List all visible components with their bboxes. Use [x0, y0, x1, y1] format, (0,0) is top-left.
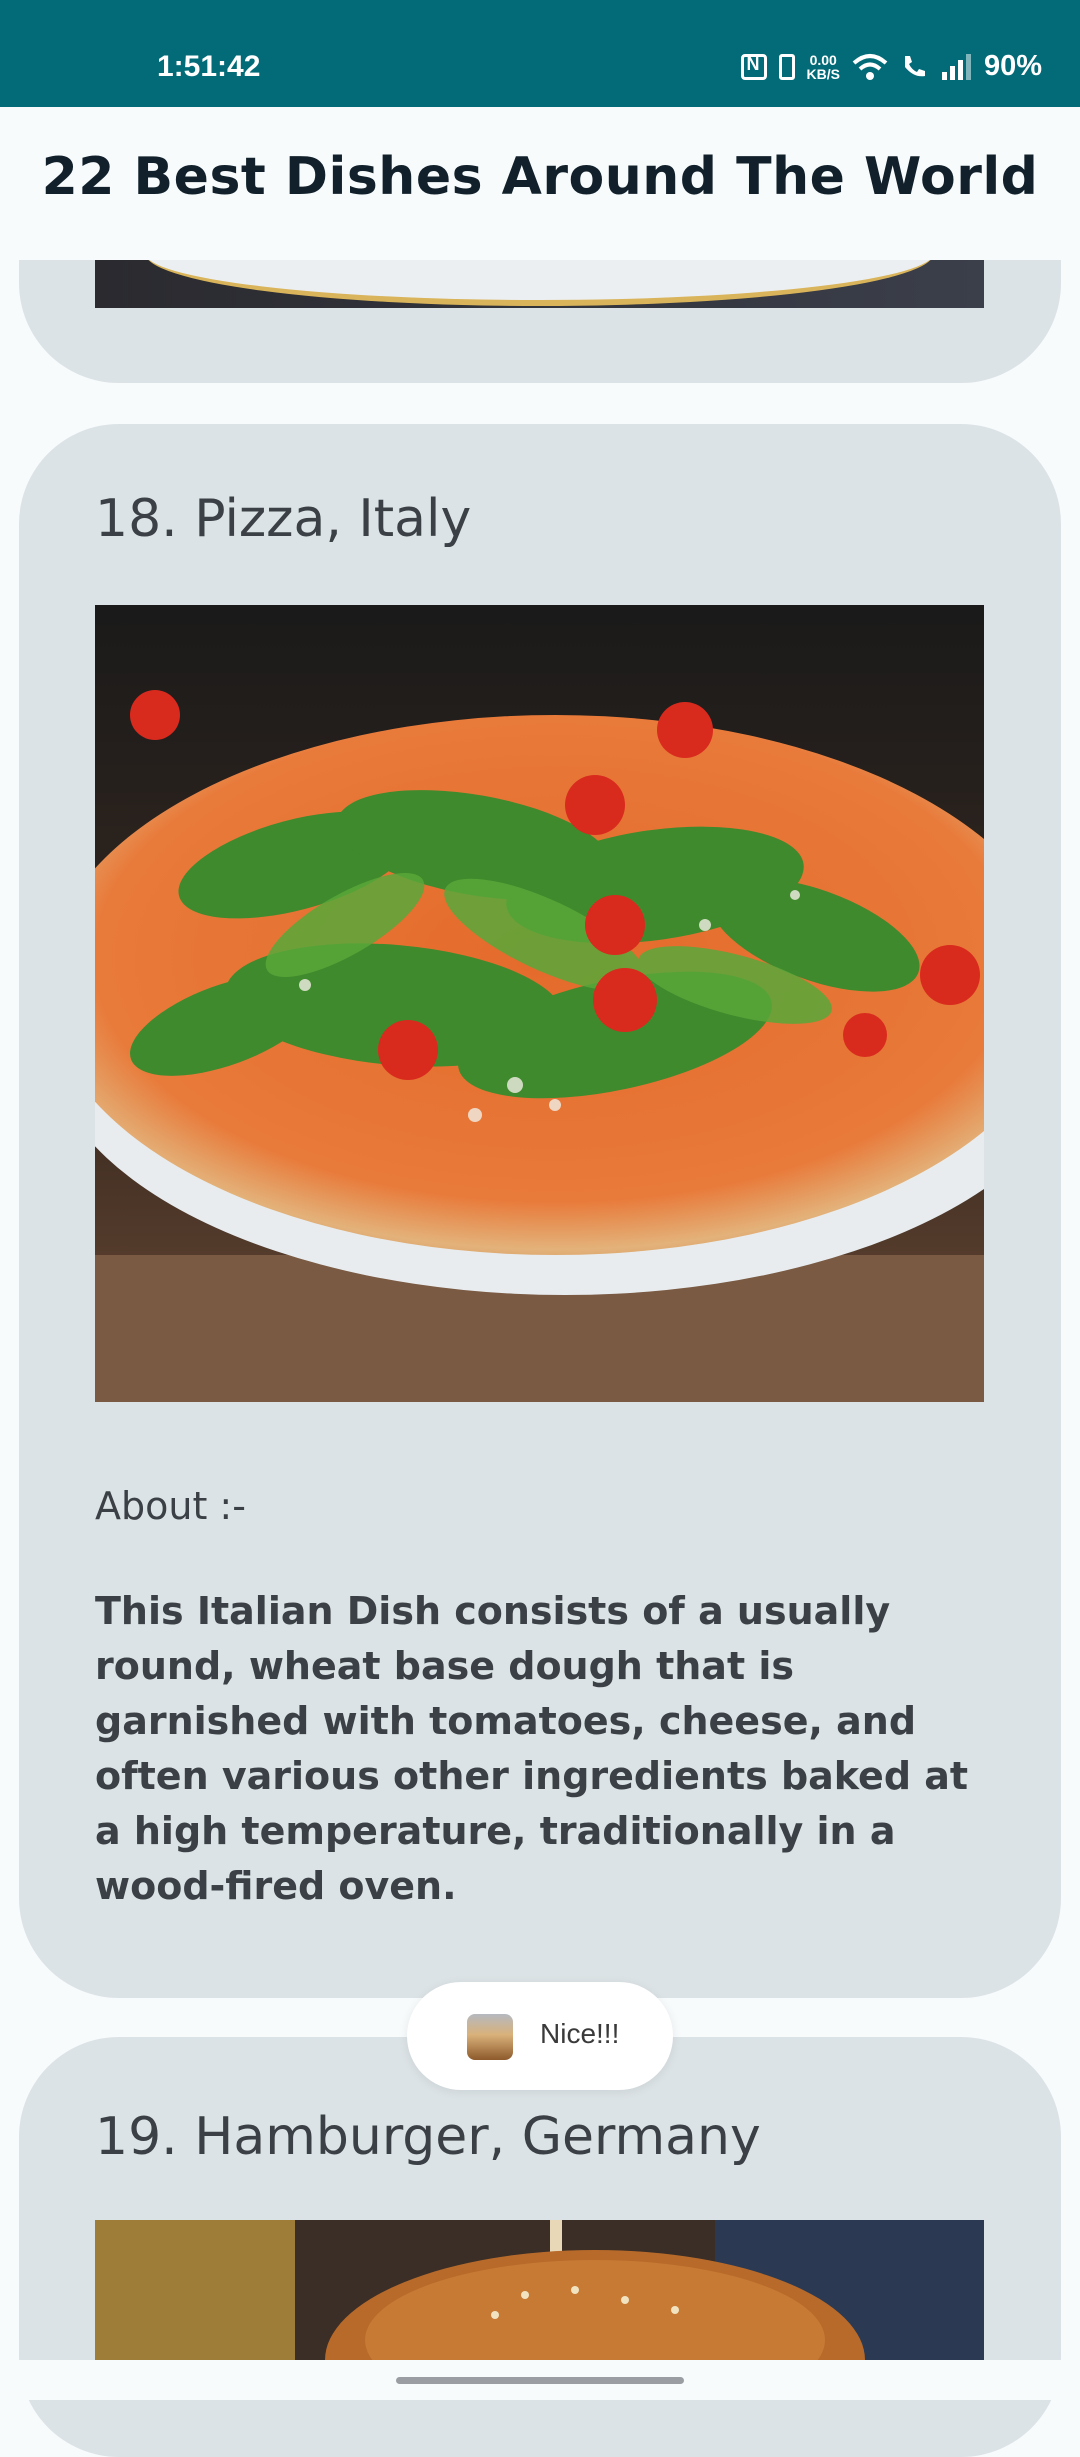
pizza-image [95, 605, 984, 1402]
app-icon [467, 2014, 513, 2060]
about-text: This Italian Dish consists of a usually … [95, 1589, 969, 1908]
wifi-icon [852, 53, 888, 81]
hamburger-image [95, 2220, 984, 2360]
status-time: 1:51:42 [157, 50, 261, 83]
battery-level: 90% [983, 50, 1042, 82]
page-title: 22 Best Dishes Around The World [41, 147, 1039, 207]
vibrate-icon [778, 53, 795, 80]
dish-title: 18. Pizza, Italy [95, 489, 472, 549]
dish-image [95, 260, 984, 308]
toast-text: Nice!!! [540, 2018, 620, 2049]
about-label: About :- [95, 1484, 246, 1528]
dish-card: 18. Pizza, Italy About:- This Italian D… [19, 424, 1061, 1998]
app-bar: 22 Best Dishes Around The World [0, 107, 1080, 260]
gesture-bar[interactable] [396, 2377, 684, 2384]
status-bar: 1:51:42 0.00 KB/S 90% [0, 0, 1080, 107]
dish-title: 19. Hamburger, Germany [95, 2107, 761, 2167]
toast-message: Nice!!! [407, 1982, 673, 2090]
network-speed: 0.00 KB/S [807, 53, 840, 81]
signal-icon [940, 53, 972, 80]
status-icons: 0.00 KB/S 90% [740, 50, 1042, 83]
call-icon [900, 53, 928, 81]
speed-value: 0.00 [809, 51, 837, 68]
speed-unit: KB/S [806, 65, 840, 82]
nfc-icon [740, 53, 767, 80]
